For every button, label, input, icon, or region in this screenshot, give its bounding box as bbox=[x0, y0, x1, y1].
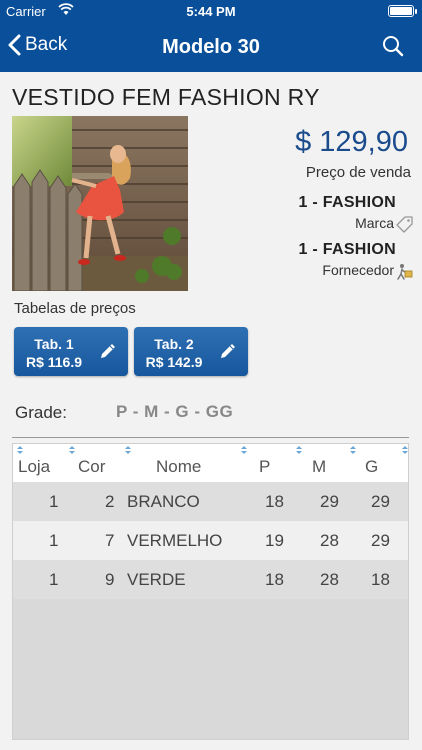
back-label: Back bbox=[25, 34, 68, 55]
cell-g: 18 bbox=[371, 570, 390, 589]
supplier-value: 1 - FASHION bbox=[298, 241, 396, 258]
sort-icon[interactable] bbox=[241, 446, 247, 455]
search-icon[interactable] bbox=[382, 35, 404, 62]
tag-icon bbox=[396, 216, 413, 238]
column-header-g[interactable]: G bbox=[365, 457, 378, 477]
cell-loja: 1 bbox=[49, 570, 59, 589]
cell-m: 28 bbox=[320, 570, 339, 589]
cell-p: 18 bbox=[265, 492, 284, 511]
price-table-name: Tab. 2 bbox=[154, 336, 194, 352]
cell-loja: 1 bbox=[49, 531, 59, 550]
table-row[interactable]: 1 7 VERMELHO 19 28 29 bbox=[13, 521, 408, 560]
cell-cor: 7 bbox=[105, 531, 115, 550]
cell-nome: VERMELHO bbox=[127, 531, 223, 550]
price-table-1-button[interactable]: Tab. 1 R$ 116.9 bbox=[14, 327, 128, 376]
table-row[interactable]: 1 9 VERDE 18 28 18 bbox=[13, 560, 408, 599]
sort-icon[interactable] bbox=[125, 446, 131, 455]
divider bbox=[12, 437, 409, 438]
price-table-2-button[interactable]: Tab. 2 R$ 142.9 bbox=[134, 327, 248, 376]
table-row[interactable]: 1 2 BRANCO 18 29 29 bbox=[13, 482, 408, 521]
cell-g: 29 bbox=[371, 492, 390, 511]
price-table-value: R$ 142.9 bbox=[145, 354, 203, 370]
price-tables-label: Tabelas de preços bbox=[14, 300, 136, 317]
sort-icon[interactable] bbox=[402, 446, 408, 455]
column-header-cor[interactable]: Cor bbox=[78, 457, 105, 477]
pencil-icon bbox=[98, 341, 118, 364]
clock: 5:44 PM bbox=[186, 4, 236, 19]
price-table-name: Tab. 1 bbox=[34, 336, 74, 352]
sort-icon[interactable] bbox=[350, 446, 356, 455]
delivery-person-icon bbox=[396, 263, 414, 286]
cell-m: 28 bbox=[320, 531, 339, 550]
supplier-label: Fornecedor bbox=[322, 262, 394, 278]
brand-value: 1 - FASHION bbox=[298, 194, 396, 211]
cell-nome: VERDE bbox=[127, 570, 186, 589]
sale-price-label: Preço de venda bbox=[305, 164, 411, 181]
cell-loja: 1 bbox=[49, 492, 59, 511]
cell-g: 29 bbox=[371, 531, 390, 550]
sort-icon[interactable] bbox=[17, 446, 23, 455]
navigation-bar: Back Modelo 30 bbox=[0, 22, 422, 72]
sale-price: $ 129,90 bbox=[295, 126, 408, 158]
cell-p: 18 bbox=[265, 570, 284, 589]
column-header-loja[interactable]: Loja bbox=[18, 457, 50, 477]
cell-cor: 9 bbox=[105, 570, 115, 589]
grid-header: Loja Cor Nome P M G bbox=[13, 444, 408, 482]
cell-cor: 2 bbox=[105, 492, 115, 511]
grade-sizes: P - M - G - GG bbox=[116, 402, 234, 421]
cell-m: 29 bbox=[320, 492, 339, 511]
brand-label: Marca bbox=[355, 215, 394, 231]
chevron-left-icon bbox=[8, 34, 21, 56]
cell-p: 19 bbox=[265, 531, 284, 550]
sort-icon[interactable] bbox=[69, 446, 75, 455]
column-header-nome[interactable]: Nome bbox=[156, 457, 201, 477]
column-header-p[interactable]: P bbox=[259, 457, 270, 477]
pencil-icon bbox=[218, 341, 238, 364]
price-table-value: R$ 116.9 bbox=[25, 354, 83, 370]
product-title: VESTIDO FEM FASHION RY bbox=[12, 84, 320, 110]
back-button[interactable]: Back bbox=[8, 34, 67, 56]
cell-nome: BRANCO bbox=[127, 492, 200, 511]
status-bar: Carrier 5:44 PM bbox=[0, 0, 422, 22]
column-header-m[interactable]: M bbox=[312, 457, 326, 477]
product-photo[interactable] bbox=[12, 116, 188, 291]
sort-icon[interactable] bbox=[296, 446, 302, 455]
grade-label: Grade: bbox=[15, 403, 67, 422]
stock-grid: Loja Cor Nome P M G 1 2 BRANCO 18 29 29 … bbox=[12, 443, 409, 740]
battery-icon bbox=[388, 5, 417, 17]
